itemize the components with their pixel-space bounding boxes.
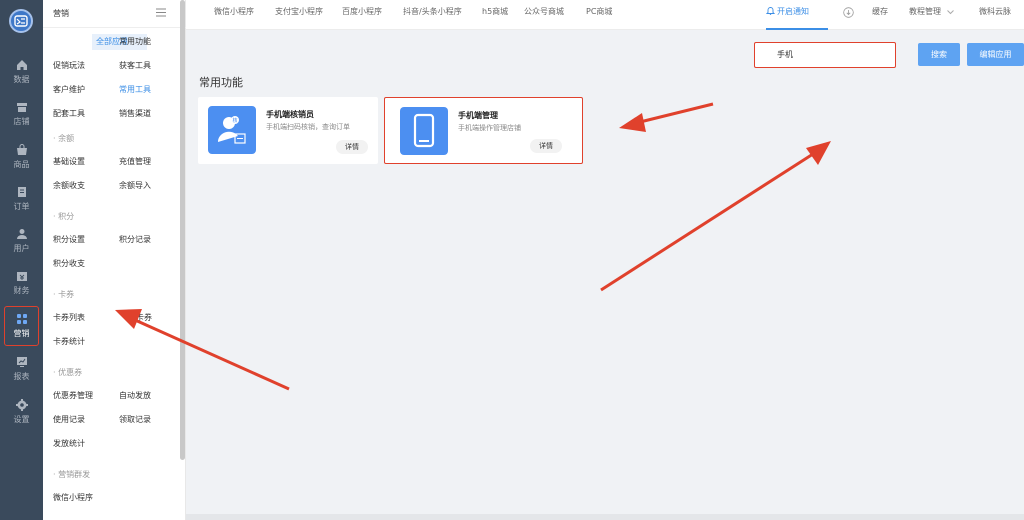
- rail-item-users[interactable]: 用户: [0, 221, 43, 259]
- brand-account[interactable]: 微科云脉: [979, 0, 1011, 30]
- app-card-mobile-management[interactable]: 手机端管理 手机端操作管理店铺 详情: [384, 97, 583, 164]
- menu-balance-ledger[interactable]: 余额收支: [53, 178, 85, 194]
- tab-wechat-miniprogram[interactable]: 微信小程序: [214, 0, 254, 30]
- menu-card-list[interactable]: 卡券列表: [53, 310, 85, 326]
- tab-h5-mall[interactable]: h5商城: [482, 0, 508, 30]
- search-input[interactable]: [777, 50, 887, 59]
- app-name: 手机端核销员: [266, 110, 314, 119]
- edit-apps-button[interactable]: 编辑应用: [967, 43, 1024, 66]
- rail-item-label: 设置: [13, 414, 30, 424]
- search-button[interactable]: 搜索: [918, 43, 960, 66]
- section-coupons: · 优惠券: [53, 368, 83, 377]
- app-card-verifier[interactable]: 核 手机端核销员 手机端扫码核销，查询订单 详情: [198, 97, 378, 164]
- rail-item-label: 报表: [13, 371, 30, 381]
- store-icon: [16, 102, 27, 112]
- menu-promotion[interactable]: 促销玩法: [53, 58, 85, 74]
- chevron-down-icon: [947, 10, 954, 15]
- section-points: · 积分: [53, 212, 75, 221]
- rail-item-data[interactable]: 数据: [0, 52, 43, 90]
- tab-pc-mall[interactable]: PC商城: [586, 0, 612, 30]
- cache-button[interactable]: 缓存: [872, 0, 888, 30]
- menu-scrollbar[interactable]: [180, 0, 185, 460]
- tab-alipay-miniprogram[interactable]: 支付宝小程序: [275, 0, 323, 30]
- rail-item-marketing[interactable]: 营销: [0, 306, 43, 346]
- verify-user-icon: 核: [208, 106, 256, 154]
- enable-notifications-tab[interactable]: 开启通知: [766, 0, 828, 30]
- user-icon: [16, 228, 27, 239]
- notify-label: 开启通知: [777, 7, 809, 16]
- tab-douyin-miniprogram[interactable]: 抖音/头条小程序: [403, 0, 462, 30]
- menu-supporting-tools[interactable]: 配套工具: [53, 106, 85, 122]
- menu-usage-records[interactable]: 使用记录: [53, 412, 85, 428]
- rail-item-orders[interactable]: 订单: [0, 179, 43, 217]
- bell-icon: [766, 7, 775, 15]
- tab-baidu-miniprogram[interactable]: 百度小程序: [342, 0, 382, 30]
- rail-item-finance[interactable]: 财务: [0, 263, 43, 301]
- main-content: 搜索 编辑应用 常用功能 核 手机端核销员 手机端扫码核销，查询订单 详情 手机…: [186, 30, 1024, 520]
- section-broadcast: · 营销群发: [53, 470, 91, 479]
- section-card-coupons: · 卡券: [53, 290, 75, 299]
- menu-points-settings[interactable]: 积分设置: [53, 232, 85, 248]
- rail-item-reports[interactable]: 报表: [0, 349, 43, 387]
- menu-auto-issue[interactable]: 自动发放: [119, 388, 151, 404]
- tutorial-menu[interactable]: 教程管理: [909, 0, 941, 30]
- menu-common-functions[interactable]: 常用功能: [119, 34, 151, 50]
- gear-icon: [15, 398, 28, 411]
- menu-title: 营销: [53, 9, 69, 18]
- app-description: 手机端操作管理店铺: [458, 124, 521, 132]
- menu-card-partial[interactable]: 卡券: [136, 310, 152, 326]
- menu-claim-records[interactable]: 领取记录: [119, 412, 151, 428]
- secondary-menu: 营销 全部应用 常用功能 促销玩法 获客工具 客户维护 常用工具 配套工具 销售…: [43, 0, 186, 520]
- details-button[interactable]: 详情: [336, 140, 368, 154]
- menu-acquisition[interactable]: 获客工具: [119, 58, 151, 74]
- tab-official-account-mall[interactable]: 公众号商城: [524, 0, 564, 30]
- menu-card-stats[interactable]: 卡券统计: [53, 334, 85, 350]
- divider: [43, 27, 186, 28]
- menu-wechat-miniprogram[interactable]: 微信小程序: [53, 490, 93, 506]
- app-description: 手机端扫码核销，查询订单: [266, 123, 350, 131]
- details-button[interactable]: 详情: [530, 139, 562, 153]
- rail-item-store[interactable]: 店铺: [0, 94, 43, 132]
- menu-balance-import[interactable]: 余额导入: [119, 178, 151, 194]
- left-rail: 数据 店铺 商品 订单 用户 财务 营销 报表 设置: [0, 0, 43, 520]
- phone-icon: [400, 107, 448, 155]
- rail-item-label: 用户: [13, 243, 30, 253]
- section-balance: · 余额: [53, 134, 75, 143]
- rail-item-goods[interactable]: 商品: [0, 137, 43, 175]
- rail-item-label: 商品: [13, 159, 30, 169]
- rail-item-label: 订单: [13, 201, 30, 211]
- bag-icon: [16, 143, 27, 155]
- home-icon: [16, 59, 27, 70]
- menu-customer-care[interactable]: 客户维护: [53, 82, 85, 98]
- collapse-menu-icon[interactable]: [156, 8, 166, 17]
- bottom-scrollbar[interactable]: [186, 514, 1024, 520]
- menu-points-records[interactable]: 积分记录: [119, 232, 151, 248]
- menu-points-ledger[interactable]: 积分收支: [53, 256, 85, 272]
- search-input-wrapper[interactable]: [754, 42, 896, 68]
- rail-item-label: 数据: [13, 74, 30, 84]
- menu-sales-channels[interactable]: 销售渠道: [119, 106, 151, 122]
- top-bar: 微信小程序 支付宝小程序 百度小程序 抖音/头条小程序 h5商城 公众号商城 P…: [186, 0, 1024, 30]
- section-title: 常用功能: [199, 76, 243, 89]
- app-name: 手机端管理: [458, 111, 498, 120]
- menu-common-tools[interactable]: 常用工具: [119, 82, 151, 98]
- rail-item-settings[interactable]: 设置: [0, 392, 43, 430]
- finance-icon: [16, 271, 27, 281]
- report-icon: [16, 356, 27, 367]
- menu-coupon-management[interactable]: 优惠券管理: [53, 388, 93, 404]
- highlight-box: [4, 306, 39, 346]
- logo-icon[interactable]: [9, 9, 33, 33]
- order-icon: [17, 186, 26, 197]
- menu-basic-settings[interactable]: 基础设置: [53, 154, 85, 170]
- menu-issue-stats[interactable]: 发放统计: [53, 436, 85, 452]
- rail-item-label: 店铺: [13, 116, 30, 126]
- menu-recharge[interactable]: 充值管理: [119, 154, 151, 170]
- svg-text:核: 核: [232, 117, 237, 124]
- download-icon[interactable]: [843, 7, 854, 18]
- rail-item-label: 财务: [13, 285, 30, 295]
